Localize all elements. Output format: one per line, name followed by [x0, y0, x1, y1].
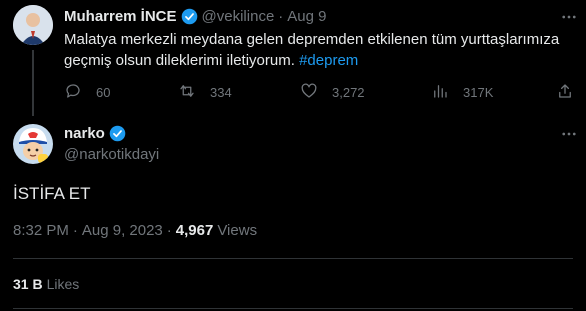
- parent-text-line2: geçmiş olsun dileklerimi iletiyorum. #de…: [64, 50, 579, 71]
- likes-label: Likes: [46, 276, 80, 292]
- views-count: 4,967: [175, 222, 214, 239]
- likes-count: 31 B: [13, 276, 43, 292]
- like-count: 3,272: [332, 85, 365, 100]
- main-handle[interactable]: @narkotikdayi: [64, 146, 159, 163]
- parent-date[interactable]: Aug 9: [287, 8, 326, 25]
- reply-button[interactable]: 60: [64, 82, 110, 103]
- share-button[interactable]: [556, 82, 574, 103]
- main-tweet-text: İSTİFA ET: [13, 184, 91, 203]
- tweet-date[interactable]: Aug 9, 2023: [82, 222, 163, 239]
- like-icon: [300, 82, 318, 103]
- parent-author-name[interactable]: Muharrem İNCE: [64, 8, 177, 25]
- likes-summary[interactable]: 31 B Likes: [13, 276, 79, 292]
- parent-text-line1: Malatya merkezli meydana gelen depremden…: [64, 31, 560, 48]
- tweet-time[interactable]: 8:32 PM: [13, 222, 69, 239]
- main-header: narko: [64, 125, 126, 142]
- main-more-icon[interactable]: [560, 125, 578, 148]
- repost-count: 334: [210, 85, 232, 100]
- views-button[interactable]: 317K: [431, 82, 493, 103]
- repost-icon: [178, 82, 196, 103]
- verified-badge-icon: [181, 8, 198, 25]
- parent-more-icon[interactable]: [560, 8, 578, 31]
- parent-avatar[interactable]: [13, 5, 53, 45]
- views-count: 317K: [463, 85, 494, 100]
- main-author-name[interactable]: narko: [64, 125, 105, 142]
- parent-handle[interactable]: @vekilince: [202, 8, 275, 25]
- repost-button[interactable]: 334: [178, 82, 232, 103]
- share-icon: [556, 82, 574, 103]
- divider-bottom: [13, 308, 573, 309]
- divider-top: [13, 258, 573, 259]
- verified-badge-icon: [109, 125, 126, 142]
- like-button[interactable]: 3,272: [300, 82, 365, 103]
- meta-separator-2: ·: [166, 222, 172, 239]
- hashtag-link[interactable]: #deprem: [299, 52, 358, 69]
- meta-separator: ·: [72, 222, 78, 239]
- main-tweet-meta: 8:32 PM · Aug 9, 2023 · 4,967 Views: [13, 222, 257, 239]
- views-label: Views: [217, 222, 258, 239]
- parent-text-line2-content: geçmiş olsun dileklerimi iletiyorum.: [64, 52, 295, 69]
- reply-count: 60: [96, 85, 111, 100]
- parent-header: Muharrem İNCE @vekilince · Aug 9: [64, 8, 327, 25]
- parent-tweet-text: Malatya merkezli meydana gelen depremden…: [64, 29, 579, 71]
- thread-connector: [32, 50, 34, 116]
- reply-icon: [64, 82, 82, 103]
- main-avatar[interactable]: [13, 124, 53, 164]
- parent-separator: ·: [278, 8, 284, 25]
- views-icon: [431, 82, 449, 103]
